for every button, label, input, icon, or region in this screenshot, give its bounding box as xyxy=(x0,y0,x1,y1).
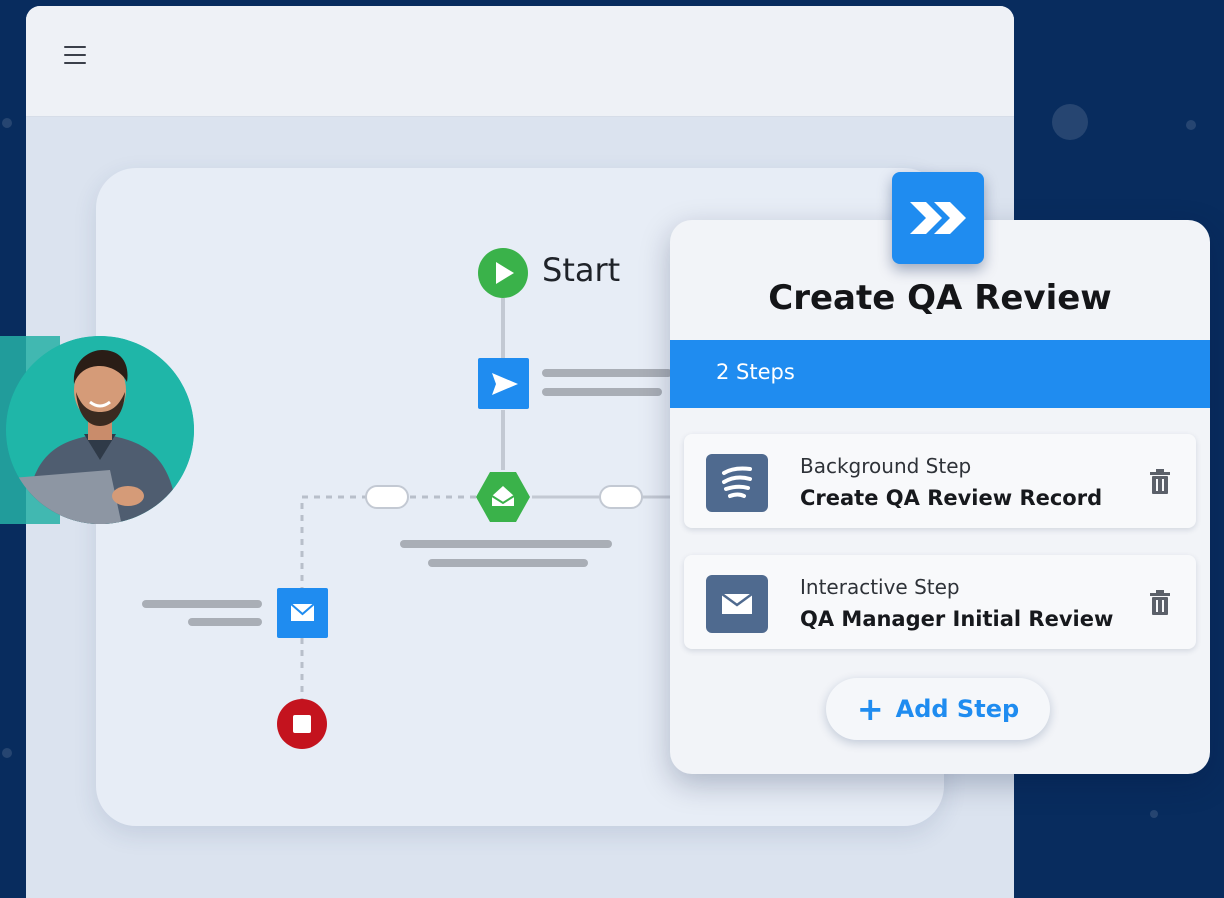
stop-node xyxy=(277,699,327,749)
start-node xyxy=(478,248,528,298)
steps-header-bar: 2 Steps xyxy=(670,340,1210,408)
plus-icon: + xyxy=(856,690,884,728)
placeholder-bar xyxy=(188,618,262,626)
create-qa-review-panel: Create QA Review 2 Steps Background Step… xyxy=(670,220,1210,774)
add-step-button[interactable]: + Add Step xyxy=(826,678,1050,740)
email-node xyxy=(277,588,328,638)
send-node xyxy=(478,358,529,409)
placeholder-bar xyxy=(428,559,588,567)
placeholder-bar xyxy=(542,369,672,377)
add-step-label: Add Step xyxy=(895,695,1020,723)
stop-icon xyxy=(293,715,311,733)
step-card-interactive[interactable]: Interactive Step QA Manager Initial Revi… xyxy=(684,555,1196,649)
trash-icon[interactable] xyxy=(1148,468,1172,496)
connector-pill xyxy=(365,485,409,509)
double-chevron-right-icon xyxy=(892,172,984,264)
step-card-background[interactable]: Background Step Create QA Review Record xyxy=(684,434,1196,528)
step-type-label: Background Step xyxy=(800,454,972,478)
step-type-label: Interactive Step xyxy=(800,575,960,599)
steps-count: 2 Steps xyxy=(716,360,795,384)
step-name-label: Create QA Review Record xyxy=(800,486,1103,510)
placeholder-bar xyxy=(542,388,662,396)
decision-node xyxy=(476,472,530,522)
panel-title: Create QA Review xyxy=(768,278,1112,318)
envelope-icon xyxy=(706,575,768,633)
waves-icon xyxy=(706,454,768,512)
trash-icon[interactable] xyxy=(1148,589,1172,617)
start-label: Start xyxy=(542,251,621,289)
step-name-label: QA Manager Initial Review xyxy=(800,607,1114,631)
placeholder-bar xyxy=(142,600,262,608)
connector-pill xyxy=(599,485,643,509)
placeholder-bar xyxy=(400,540,612,548)
